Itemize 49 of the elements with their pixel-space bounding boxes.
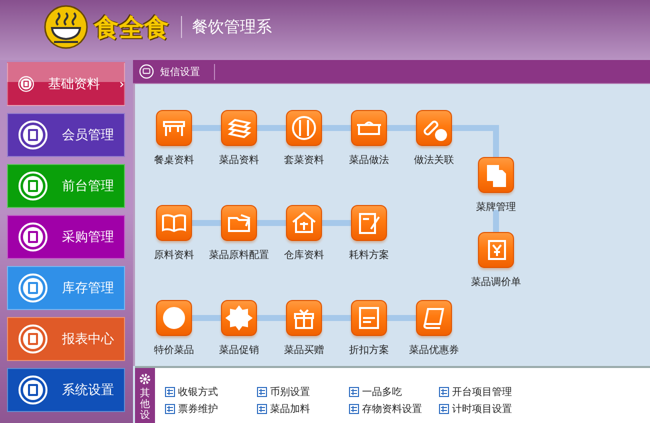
settings-link[interactable]: 票券维护	[165, 402, 257, 416]
settings-link[interactable]: 计时项目设置	[439, 402, 539, 416]
list-icon	[257, 404, 267, 414]
module-icon	[18, 324, 48, 354]
module-icon	[18, 222, 48, 252]
settings-link[interactable]: 一品多吃	[349, 385, 439, 399]
yen-icon	[478, 232, 514, 268]
module-icon	[18, 171, 48, 201]
brand-name: 食全食	[94, 12, 169, 44]
chat-icon	[139, 64, 154, 79]
list-icon	[349, 387, 359, 397]
sms-settings-tab[interactable]: 短信设置	[139, 64, 206, 79]
module-icon	[18, 375, 48, 405]
table-icon	[156, 110, 192, 146]
module-button[interactable]: 菜品原料配置	[199, 205, 279, 262]
percent-icon	[221, 300, 257, 336]
sidebar-item[interactable]: 会员管理	[7, 113, 125, 157]
module-button[interactable]: 耗料方案	[329, 205, 409, 262]
list-icon	[165, 387, 175, 397]
other-settings-title: 其他设	[140, 388, 150, 421]
settings-link[interactable]: 菜品加料	[257, 402, 349, 416]
pages-icon	[478, 157, 514, 193]
house-icon	[286, 205, 322, 241]
pot-icon	[351, 110, 387, 146]
list-icon	[165, 404, 175, 414]
settings-link[interactable]: 收银方式	[165, 385, 257, 399]
bowl-logo-icon	[44, 5, 88, 49]
sidebar-item[interactable]: 系统设置	[7, 368, 125, 412]
plate-icon	[286, 110, 322, 146]
system-title: 餐饮管理系	[192, 16, 272, 38]
sidebar-item[interactable]: 基础资料	[7, 62, 125, 106]
list-icon	[439, 387, 449, 397]
settings-link[interactable]: 存物资料设置	[349, 402, 439, 416]
folder-icon	[221, 205, 257, 241]
link-icon	[416, 110, 452, 146]
module-icon	[18, 120, 48, 150]
gear-icon	[138, 372, 152, 386]
note-icon	[351, 205, 387, 241]
module-button[interactable]: 菜品调价单	[456, 232, 536, 289]
book-icon	[156, 205, 192, 241]
module-icon	[18, 273, 48, 303]
settings-link[interactable]: 开台项目管理	[439, 385, 539, 399]
sidebar-item[interactable]: 报表中心	[7, 317, 125, 361]
settings-link[interactable]: 币别设置	[257, 385, 349, 399]
sidebar-item[interactable]: 采购管理	[7, 215, 125, 259]
list-icon	[439, 404, 449, 414]
list-icon	[349, 404, 359, 414]
gift-icon	[286, 300, 322, 336]
list-icon	[257, 387, 267, 397]
